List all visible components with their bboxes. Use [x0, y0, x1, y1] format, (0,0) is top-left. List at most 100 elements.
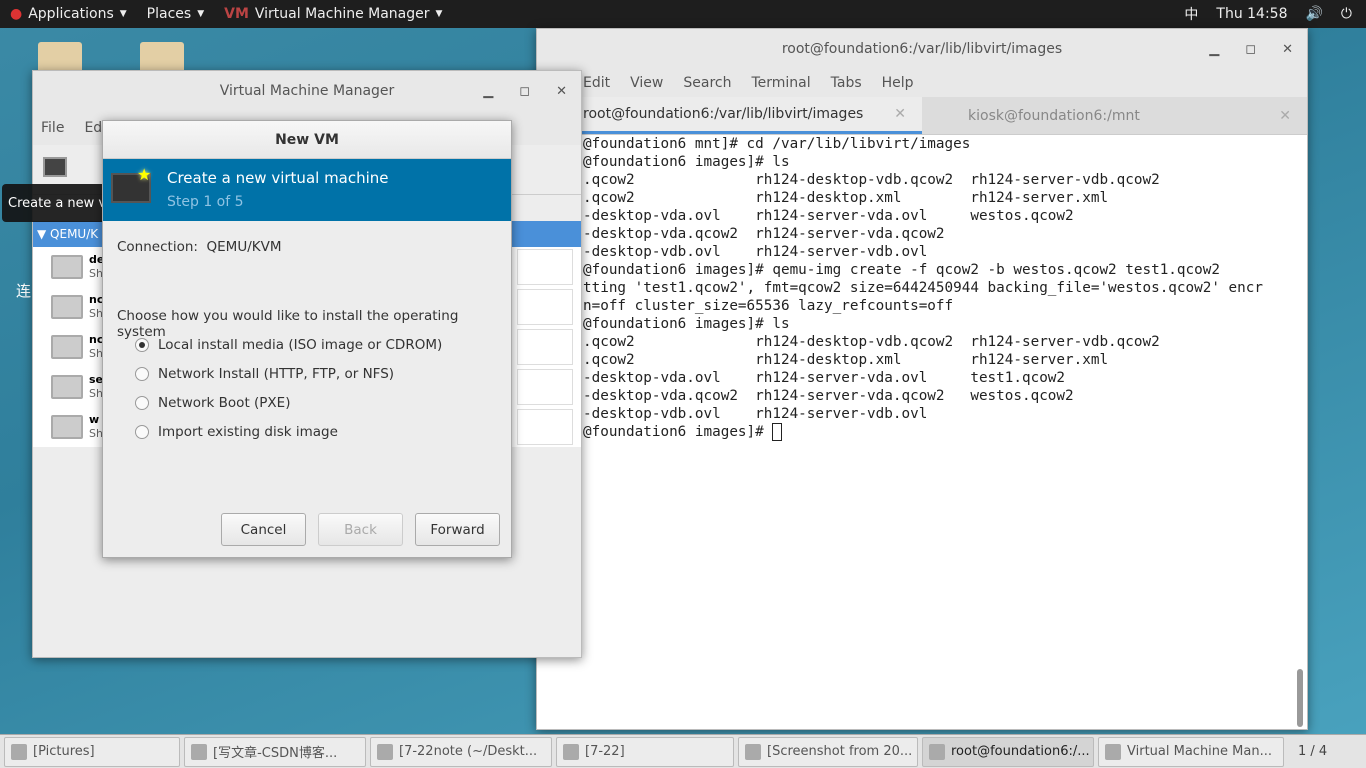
- install-prompt: Choose how you would like to install the…: [117, 308, 459, 340]
- terminal-line: -desktop-vda.ovl rh124-server-vda.ovl we…: [583, 208, 1074, 224]
- input-method[interactable]: 中: [1184, 4, 1198, 24]
- terminal-prompt: @foundation6 images]#: [583, 423, 1263, 441]
- cursor: [772, 423, 783, 441]
- menu-edit[interactable]: Edit: [583, 75, 610, 91]
- install-option-radio[interactable]: Network Boot (PXE): [135, 395, 290, 411]
- chevron-down-icon: ▼: [435, 9, 443, 19]
- monitor-icon: [51, 295, 83, 319]
- monitor-icon: [51, 335, 83, 359]
- desktop-label[interactable]: 连: [16, 280, 31, 301]
- taskbar-item[interactable]: [Screenshot from 20...: [738, 736, 918, 767]
- taskbar-item[interactable]: [Pictures]: [4, 736, 180, 767]
- tab-root[interactable]: root@foundation6:/var/lib/libvirt/images…: [537, 97, 922, 134]
- power-icon[interactable]: ⏻: [1341, 6, 1352, 22]
- terminal-line: @foundation6 images]# qemu-img create -f…: [583, 262, 1220, 278]
- vmm-titlebar[interactable]: Virtual Machine Manager ▁ ◻ ✕: [33, 71, 581, 111]
- menu-file[interactable]: File: [41, 120, 64, 136]
- taskbar-item[interactable]: [7-22]: [556, 736, 734, 767]
- dialog-banner: ★ Create a new virtual machine Step 1 of…: [103, 159, 511, 221]
- radio-icon[interactable]: [135, 338, 149, 352]
- install-option-radio[interactable]: Import existing disk image: [135, 424, 338, 440]
- back-button[interactable]: Back: [318, 513, 403, 546]
- maximize-icon[interactable]: ◻: [1245, 42, 1256, 57]
- terminal-line: n=off cluster_size=65536 lazy_refcounts=…: [583, 298, 954, 314]
- workspace-pager[interactable]: 1 / 4: [1290, 744, 1335, 759]
- window-icon: [1105, 743, 1121, 760]
- vmm-icon: VM: [224, 6, 249, 22]
- monitor-icon: [51, 255, 83, 279]
- forward-button[interactable]: Forward: [415, 513, 500, 546]
- close-icon[interactable]: ✕: [1282, 42, 1293, 57]
- new-vm-dialog[interactable]: New VM ★ Create a new virtual machine St…: [102, 120, 512, 558]
- dialog-title: New VM: [103, 121, 511, 159]
- taskbar-item[interactable]: [写文章-CSDN博客...: [184, 736, 366, 767]
- cpu-usage-graph: [517, 249, 573, 285]
- connection-info: Connection: QEMU/KVM: [117, 239, 282, 255]
- minimize-icon[interactable]: ▁: [483, 84, 493, 99]
- terminal-line: @foundation6 images]# ls: [583, 316, 790, 332]
- window-icon: [929, 743, 945, 760]
- clock[interactable]: Thu 14:58: [1216, 6, 1287, 22]
- top-panel: ● Applications ▼ Places ▼ VM Virtual Machine…: [0, 0, 1366, 28]
- terminal-line: .qcow2 rh124-desktop-vdb.qcow2 rh124-ser…: [583, 334, 1160, 350]
- close-icon[interactable]: ✕: [556, 84, 567, 99]
- taskbar-item[interactable]: [7-22note (~/Deskt...: [370, 736, 552, 767]
- terminal-window[interactable]: root@foundation6:/var/lib/libvirt/images…: [536, 28, 1308, 730]
- terminal-line: @foundation6 mnt]# cd /var/lib/libvirt/i…: [583, 136, 971, 152]
- taskbar: [Pictures] [写文章-CSDN博客... [7-22note (~/Des…: [0, 734, 1366, 768]
- terminal-output[interactable]: @foundation6 mnt]# cd /var/lib/libvirt/i…: [583, 135, 1263, 441]
- cpu-usage-graph: [517, 329, 573, 365]
- scrollbar[interactable]: [1297, 669, 1303, 727]
- taskbar-item[interactable]: Virtual Machine Man...: [1098, 736, 1284, 767]
- terminal-line: .qcow2 rh124-desktop.xml rh124-server.xm…: [583, 352, 1109, 368]
- window-icon: [377, 743, 393, 760]
- window-icon: [563, 743, 579, 760]
- redhat-icon: ●: [10, 6, 23, 22]
- radio-icon[interactable]: [135, 396, 149, 410]
- places-menu[interactable]: Places ▼: [137, 6, 214, 22]
- terminal-line: -desktop-vdb.ovl rh124-server-vdb.ovl: [583, 244, 928, 260]
- volume-icon[interactable]: 🔊: [1305, 6, 1322, 22]
- menu-help[interactable]: Help: [882, 75, 914, 91]
- terminal-line: -desktop-vda.qcow2 rh124-server-vda.qcow…: [583, 388, 1074, 404]
- star-icon: ★: [137, 165, 152, 184]
- menu-search[interactable]: Search: [683, 75, 731, 91]
- terminal-line: tting 'test1.qcow2', fmt=qcow2 size=6442…: [583, 280, 1263, 296]
- expander-icon[interactable]: ▼: [37, 227, 50, 241]
- close-tab-icon[interactable]: ✕: [894, 106, 906, 122]
- maximize-icon[interactable]: ◻: [519, 84, 530, 99]
- menu-view[interactable]: View: [630, 75, 663, 91]
- menu-terminal[interactable]: Terminal: [751, 75, 810, 91]
- tab-kiosk[interactable]: kiosk@foundation6:/mnt ✕: [922, 97, 1307, 134]
- cpu-usage-graph: [517, 369, 573, 405]
- terminal-line: -desktop-vda.qcow2 rh124-server-vda.qcow…: [583, 226, 945, 242]
- install-option-radio[interactable]: Network Install (HTTP, FTP, or NFS): [135, 366, 394, 382]
- monitor-icon: [51, 415, 83, 439]
- minimize-icon[interactable]: ▁: [1209, 42, 1219, 57]
- window-icon: [191, 743, 207, 760]
- menu-tabs[interactable]: Tabs: [831, 75, 862, 91]
- cancel-button[interactable]: Cancel: [221, 513, 306, 546]
- terminal-line: .qcow2 rh124-desktop-vdb.qcow2 rh124-ser…: [583, 172, 1160, 188]
- terminal-line: @foundation6 images]# ls: [583, 154, 790, 170]
- cpu-usage-graph: [517, 409, 573, 445]
- terminal-titlebar[interactable]: root@foundation6:/var/lib/libvirt/images…: [537, 29, 1307, 69]
- chevron-down-icon: ▼: [197, 9, 205, 19]
- terminal-line: .qcow2 rh124-desktop.xml rh124-server.xm…: [583, 190, 1109, 206]
- new-vm-button[interactable]: [43, 157, 67, 177]
- app-menu[interactable]: VM Virtual Machine Manager ▼: [214, 6, 452, 22]
- window-icon: [11, 743, 27, 760]
- radio-icon[interactable]: [135, 425, 149, 439]
- install-option-radio[interactable]: Local install media (ISO image or CDROM): [135, 337, 442, 353]
- monitor-icon: [51, 375, 83, 399]
- taskbar-item[interactable]: root@foundation6:/...: [922, 736, 1094, 767]
- close-tab-icon[interactable]: ✕: [1279, 108, 1291, 124]
- terminal-menubar: Edit View Search Terminal Tabs Help: [537, 69, 1307, 97]
- applications-menu[interactable]: ● Applications ▼: [0, 6, 137, 22]
- chevron-down-icon: ▼: [119, 9, 127, 19]
- terminal-line: -desktop-vda.ovl rh124-server-vda.ovl te…: [583, 370, 1066, 386]
- window-icon: [745, 743, 761, 760]
- radio-icon[interactable]: [135, 367, 149, 381]
- terminal-line: -desktop-vdb.ovl rh124-server-vdb.ovl: [583, 406, 928, 422]
- cpu-usage-graph: [517, 289, 573, 325]
